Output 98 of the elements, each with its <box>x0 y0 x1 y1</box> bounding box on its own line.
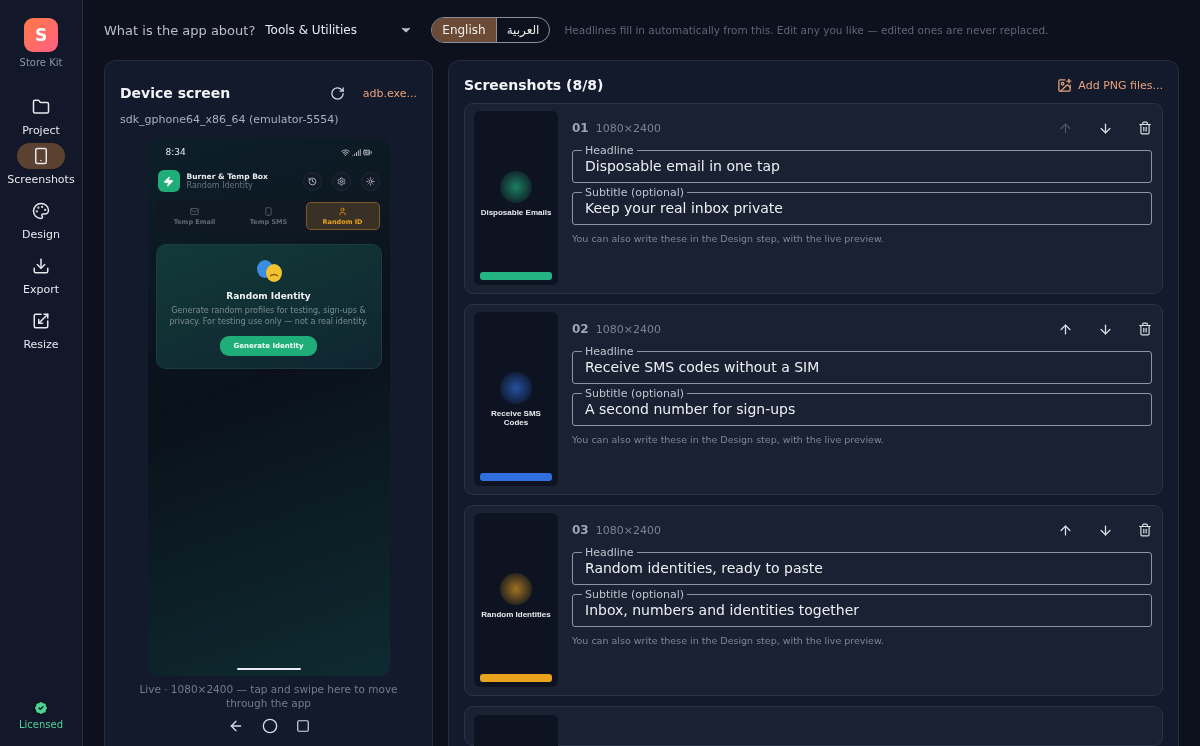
move-up-button[interactable] <box>1058 522 1073 538</box>
verified-badge-icon <box>33 700 49 716</box>
circle-icon <box>261 718 278 735</box>
down-arrow-icon <box>1098 120 1113 136</box>
screenshot-size: 1080×2400 <box>595 121 662 135</box>
history-icon <box>307 176 317 186</box>
wifi-icon <box>340 147 350 157</box>
folder-icon <box>32 98 50 116</box>
glow-icon <box>500 372 532 404</box>
thumbnail-title: Disposable Emails <box>480 209 552 218</box>
screenshot-number: 02 <box>572 322 589 336</box>
field-note: You can also write these in the Design step, with the live preview. <box>572 233 885 244</box>
delete-button[interactable] <box>1138 121 1152 135</box>
trash-icon <box>1138 121 1152 135</box>
app-icon <box>157 170 180 192</box>
headline-field[interactable]: Headline Disposable email in one tap <box>572 145 1152 183</box>
move-down-button[interactable] <box>1098 522 1113 538</box>
language-option[interactable]: English <box>432 18 496 42</box>
headline-field[interactable]: Headline Random identities, ready to paste <box>572 547 1152 585</box>
card-text: Generate random profiles for testing, sign-ups & privacy. For testing use only — not a real identity. <box>168 306 369 328</box>
category-select[interactable]: Tools & Utilities <box>265 23 414 37</box>
recents-button[interactable] <box>295 718 310 735</box>
refresh-icon <box>329 85 345 101</box>
sidebar-item[interactable]: Export <box>17 253 65 296</box>
sidebar-item[interactable]: Resize <box>17 308 65 351</box>
phone-screen[interactable] <box>147 138 390 676</box>
card-title: Random Identity <box>226 291 311 301</box>
refresh-button[interactable] <box>329 85 345 101</box>
hint-text: Headlines fill in automatically from this. Edit any you like — edited ones are never replaced. <box>564 24 1049 36</box>
app-logo: S <box>24 18 58 52</box>
add-image-icon <box>1057 77 1073 93</box>
language-option[interactable]: العربية <box>495 18 550 42</box>
field-label: Headline <box>584 547 635 558</box>
field-label: Headline <box>584 346 635 357</box>
resize-icon <box>32 312 50 330</box>
person-icon <box>338 206 347 216</box>
theme-button[interactable] <box>360 171 380 191</box>
home-indicator <box>236 668 301 670</box>
glow-icon <box>500 171 532 203</box>
phone-icon <box>264 206 273 216</box>
panel-title: Screenshots (8/8) <box>464 77 605 93</box>
subtitle-field[interactable]: Subtitle (optional) Inbox, numbers and identities together <box>572 589 1152 627</box>
sun-icon <box>365 176 375 186</box>
home-button[interactable] <box>261 718 278 735</box>
field-label: Subtitle (optional) <box>584 589 686 600</box>
down-arrow-icon <box>1098 321 1113 337</box>
history-button[interactable] <box>302 171 322 191</box>
phone-icon <box>32 147 50 165</box>
field-label: Subtitle (optional) <box>584 187 686 198</box>
subtitle-field[interactable]: Subtitle (optional) A second number for sign-ups <box>572 388 1152 426</box>
move-up-button[interactable] <box>1058 321 1073 337</box>
signal-icon <box>351 147 361 157</box>
thumbnail-title: Random Identities <box>481 611 551 620</box>
app-name: Store Kit <box>19 57 63 68</box>
add-files-button[interactable]: Add PNG files... <box>1057 77 1163 93</box>
screenshot-size: 1080×2400 <box>595 523 662 537</box>
headline-input[interactable]: Disposable email in one tap <box>585 158 1139 174</box>
settings-button[interactable] <box>331 171 351 191</box>
license-status: Licensed <box>18 719 64 730</box>
field-note: You can also write these in the Design step, with the live preview. <box>572 434 885 445</box>
palette-icon <box>32 202 50 220</box>
thumbnail-title: Receive SMS Codes <box>490 410 542 428</box>
clock: 8:34 <box>165 147 186 157</box>
device-name: sdk_gphone64_x86_64 (emulator-5554) <box>120 113 340 126</box>
envelope-icon <box>190 206 199 216</box>
panel-title: Device screen <box>120 85 232 101</box>
battery-icon <box>362 147 372 157</box>
screenshot-number: 01 <box>572 121 589 135</box>
glow-icon <box>500 573 532 605</box>
field-label: Headline <box>584 145 635 156</box>
device-caption: Live · 1080×2400 — tap and swipe here to move through the app <box>138 682 399 711</box>
delete-button[interactable] <box>1138 322 1152 336</box>
subtitle-field[interactable]: Subtitle (optional) Keep your real inbox private <box>572 187 1152 225</box>
screenshot-number: 03 <box>572 523 589 537</box>
down-arrow-icon <box>1098 522 1113 538</box>
subtitle-input[interactable]: Inbox, numbers and identities together <box>585 602 1139 618</box>
settings-icon <box>336 176 346 186</box>
subtitle-input[interactable]: A second number for sign-ups <box>585 401 1139 417</box>
screenshot-size: 1080×2400 <box>595 322 662 336</box>
delete-button[interactable] <box>1138 523 1152 537</box>
category-question: What is the app about? <box>104 22 256 38</box>
move-down-button[interactable] <box>1098 321 1113 337</box>
subtitle-input[interactable]: Keep your real inbox private <box>585 200 1139 216</box>
adb-button[interactable]: adb.exe... <box>362 86 417 100</box>
trash-icon <box>1138 322 1152 336</box>
headline-field[interactable]: Headline Receive SMS codes without a SIM <box>572 346 1152 384</box>
sidebar-item[interactable]: Design <box>17 198 65 241</box>
app-subtitle: Random Identity <box>186 181 254 190</box>
field-note: You can also write these in the Design step, with the live preview. <box>572 635 885 646</box>
field-label: Subtitle (optional) <box>584 388 686 399</box>
trash-icon <box>1138 523 1152 537</box>
sidebar-item[interactable]: Project <box>17 94 65 137</box>
headline-input[interactable]: Receive SMS codes without a SIM <box>585 359 1139 375</box>
sidebar-item[interactable]: Screenshots <box>7 143 75 186</box>
download-icon <box>32 257 50 275</box>
square-icon <box>295 719 310 734</box>
move-down-button[interactable] <box>1098 120 1113 136</box>
headline-input[interactable]: Random identities, ready to paste <box>585 560 1139 576</box>
